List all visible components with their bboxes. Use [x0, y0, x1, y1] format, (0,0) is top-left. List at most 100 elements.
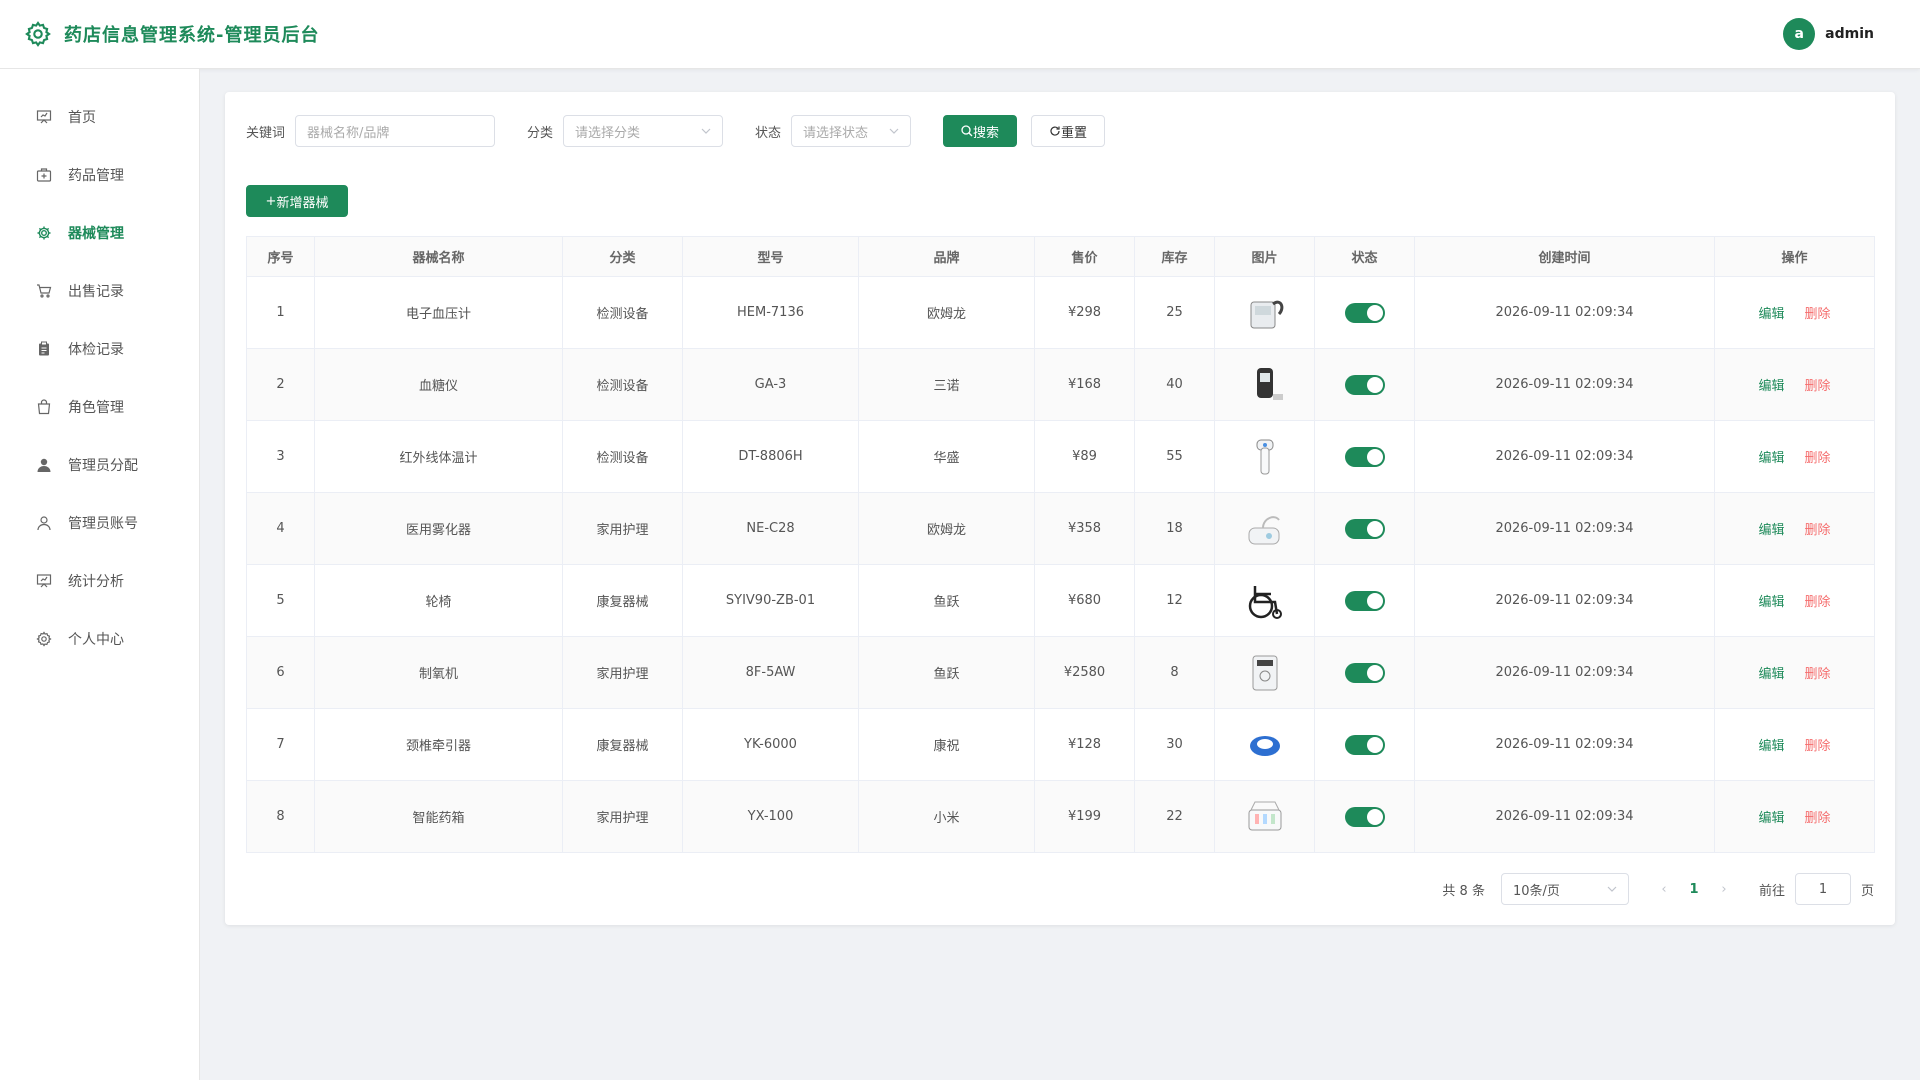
cell-created-time: 2026-09-11 02:09:34: [1415, 781, 1715, 853]
keyword-placeholder: 器械名称/品牌: [307, 125, 390, 141]
status-select[interactable]: 请选择状态: [791, 115, 912, 147]
goto-label: 前往: [1758, 883, 1785, 899]
status-toggle[interactable]: [1344, 374, 1385, 395]
main-card: 关键词 器械名称/品牌 分类 请选择分类 状态 请选择状态 搜索 重置 + 新增…: [225, 92, 1895, 925]
delete-button[interactable]: 删除: [1805, 447, 1831, 466]
avatar[interactable]: a: [1783, 18, 1816, 50]
status-toggle[interactable]: [1344, 806, 1385, 827]
cell-model: GA-3: [683, 349, 859, 421]
goto-page-input[interactable]: 1: [1794, 873, 1851, 905]
cell-status: [1315, 277, 1415, 349]
current-page-number[interactable]: 1: [1679, 882, 1709, 897]
cell-created-time: 2026-09-11 02:09:34: [1415, 421, 1715, 493]
sidebar-item-checkup[interactable]: 体检记录: [0, 320, 199, 378]
equipment-image[interactable]: [1240, 433, 1290, 481]
cell-model: YK-6000: [683, 709, 859, 781]
equipment-image[interactable]: [1240, 649, 1290, 697]
status-toggle[interactable]: [1344, 662, 1385, 683]
edit-button[interactable]: 编辑: [1758, 447, 1784, 466]
delete-button[interactable]: 删除: [1805, 303, 1831, 322]
sidebar-item-home[interactable]: 首页: [0, 88, 199, 146]
status-toggle[interactable]: [1344, 302, 1385, 323]
prev-page-button[interactable]: ‹: [1649, 882, 1679, 897]
sidebar-item-label: 出售记录: [68, 284, 124, 300]
delete-button[interactable]: 删除: [1805, 735, 1831, 754]
cell-image: [1215, 421, 1315, 493]
cell-brand: 小米: [859, 781, 1035, 853]
gear-icon: [37, 226, 51, 240]
cell-stock: 40: [1135, 349, 1215, 421]
cell-brand: 华盛: [859, 421, 1035, 493]
cell-image: [1215, 565, 1315, 637]
cell-image: [1215, 277, 1315, 349]
equipment-image[interactable]: [1240, 721, 1290, 769]
edit-button[interactable]: 编辑: [1758, 807, 1784, 826]
equipment-image[interactable]: [1240, 793, 1290, 841]
sidebar-item-label: 药品管理: [68, 168, 124, 184]
cell-status: [1315, 349, 1415, 421]
cell-actions: 编辑 删除: [1715, 781, 1875, 853]
edit-button[interactable]: 编辑: [1758, 303, 1784, 322]
edit-button[interactable]: 编辑: [1758, 519, 1784, 538]
sidebar-item-label: 管理员账号: [68, 516, 138, 532]
cell-model: HEM-7136: [683, 277, 859, 349]
username[interactable]: admin: [1825, 26, 1874, 42]
edit-button[interactable]: 编辑: [1758, 591, 1784, 610]
cell-created-time: 2026-09-11 02:09:34: [1415, 277, 1715, 349]
page-size-select[interactable]: 10条/页: [1500, 873, 1629, 905]
keyword-input[interactable]: 器械名称/品牌: [295, 115, 496, 147]
equipment-image[interactable]: [1240, 505, 1290, 553]
sidebar-item-admin-accounts[interactable]: 管理员账号: [0, 494, 199, 552]
edit-button[interactable]: 编辑: [1758, 663, 1784, 682]
sidebar-item-admin-assign[interactable]: 管理员分配: [0, 436, 199, 494]
equipment-image[interactable]: [1240, 361, 1290, 409]
add-equipment-button[interactable]: + 新增器械: [246, 185, 348, 217]
col-header: 品牌: [859, 237, 1035, 277]
app-title: 药店信息管理系统-管理员后台: [64, 25, 320, 46]
sidebar-item-statistics[interactable]: 统计分析: [0, 552, 199, 610]
category-select[interactable]: 请选择分类: [563, 115, 724, 147]
sidebar-item-equipment[interactable]: 器械管理: [0, 204, 199, 262]
sidebar-item-medicine[interactable]: 药品管理: [0, 146, 199, 204]
cell-index: 6: [247, 637, 315, 709]
delete-button[interactable]: 删除: [1805, 591, 1831, 610]
edit-button[interactable]: 编辑: [1758, 375, 1784, 394]
col-header: 状态: [1315, 237, 1415, 277]
user-menu[interactable]: a admin: [1783, 18, 1874, 50]
cell-model: 8F-5AW: [683, 637, 859, 709]
table-row: 6 制氧机 家用护理 8F-5AW 鱼跃 ¥2580 8 2026-09-11 02:09:3…: [247, 637, 1875, 709]
cell-category: 家用护理: [563, 493, 683, 565]
sidebar-item-roles[interactable]: 角色管理: [0, 378, 199, 436]
cell-index: 1: [247, 277, 315, 349]
cell-name: 颈椎牵引器: [315, 709, 563, 781]
cell-image: [1215, 709, 1315, 781]
cell-name: 智能药箱: [315, 781, 563, 853]
status-toggle[interactable]: [1344, 446, 1385, 467]
status-toggle[interactable]: [1344, 734, 1385, 755]
cell-index: 2: [247, 349, 315, 421]
cart-icon: [37, 284, 52, 298]
cell-stock: 25: [1135, 277, 1215, 349]
edit-button[interactable]: 编辑: [1758, 735, 1784, 754]
sidebar-item-sales[interactable]: 出售记录: [0, 262, 199, 320]
reset-button[interactable]: 重置: [1031, 115, 1106, 147]
status-toggle[interactable]: [1344, 518, 1385, 539]
delete-button[interactable]: 删除: [1805, 807, 1831, 826]
keyword-label: 关键词: [246, 125, 286, 141]
equipment-image[interactable]: [1240, 289, 1290, 337]
cell-index: 4: [247, 493, 315, 565]
next-page-button[interactable]: ›: [1709, 882, 1739, 897]
cell-created-time: 2026-09-11 02:09:34: [1415, 349, 1715, 421]
cell-actions: 编辑 删除: [1715, 493, 1875, 565]
sidebar-item-profile[interactable]: 个人中心: [0, 610, 199, 668]
delete-button[interactable]: 删除: [1805, 375, 1831, 394]
search-button[interactable]: 搜索: [943, 115, 1018, 147]
delete-button[interactable]: 删除: [1805, 519, 1831, 538]
sidebar-item-label: 统计分析: [68, 574, 124, 590]
user-filled-icon: [37, 458, 51, 472]
status-toggle[interactable]: [1344, 590, 1385, 611]
equipment-image[interactable]: [1240, 577, 1290, 625]
sidebar-item-label: 首页: [68, 110, 96, 126]
cell-actions: 编辑 删除: [1715, 277, 1875, 349]
delete-button[interactable]: 删除: [1805, 663, 1831, 682]
